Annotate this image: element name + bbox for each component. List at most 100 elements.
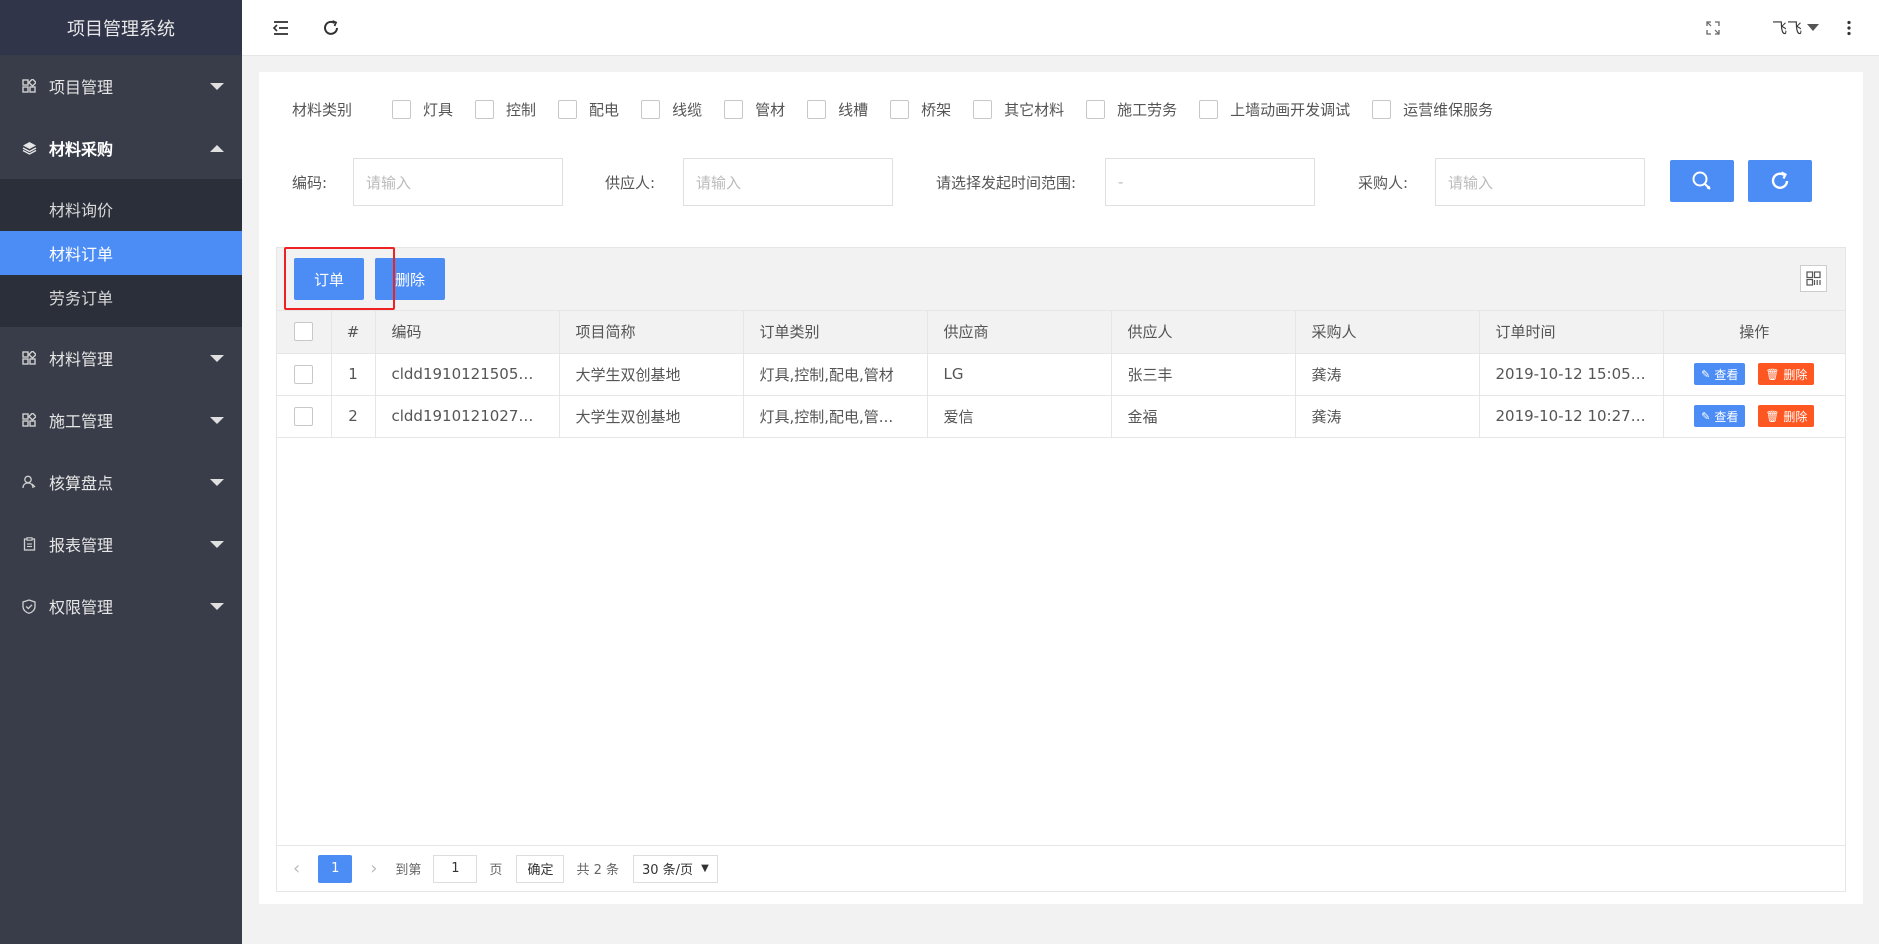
- checkbox[interactable]: [1199, 100, 1219, 119]
- sidebar-item-labor-order[interactable]: 劳务订单: [0, 275, 242, 319]
- row-checkbox[interactable]: [294, 406, 314, 426]
- row-delete-button[interactable]: 🗑 删除: [1758, 405, 1815, 427]
- column-header[interactable]: 编码: [375, 311, 560, 354]
- sidebar-item-label: 报表管理: [49, 536, 114, 555]
- sidebar-item-label: 项目管理: [49, 78, 114, 97]
- category-option[interactable]: 运营维保服务: [1372, 99, 1493, 120]
- category-option[interactable]: 控制: [475, 99, 536, 120]
- sidebar-item-material-order[interactable]: 材料订单: [0, 231, 242, 275]
- sidebar-item-reports[interactable]: 报表管理: [0, 513, 242, 575]
- row-checkbox[interactable]: [294, 364, 314, 384]
- time-range-input[interactable]: -: [1105, 158, 1315, 206]
- checkbox[interactable]: [475, 100, 495, 119]
- supplier-input[interactable]: 请输入: [683, 158, 893, 206]
- column-header: #: [331, 311, 376, 354]
- category-option[interactable]: 上墙动画开发调试: [1199, 99, 1350, 120]
- columns-icon[interactable]: [1800, 265, 1827, 292]
- column-header[interactable]: 订单时间: [1479, 311, 1664, 354]
- shield-icon: [20, 597, 38, 615]
- page-current[interactable]: 1: [318, 854, 353, 883]
- menu-collapse-icon[interactable]: [267, 14, 295, 42]
- sidebar-item-material-inquiry[interactable]: 材料询价: [0, 187, 242, 231]
- checkbox[interactable]: [807, 100, 827, 119]
- buyer-label: 采购人:: [1358, 174, 1409, 192]
- code-input[interactable]: 请输入: [353, 158, 563, 206]
- category-option[interactable]: 灯具: [392, 99, 453, 120]
- row-delete-button[interactable]: 🗑 删除: [1758, 363, 1815, 385]
- category-option[interactable]: 管材: [724, 99, 785, 120]
- column-header[interactable]: 供应商: [927, 311, 1112, 354]
- column-header[interactable]: 供应人: [1111, 311, 1296, 354]
- delete-label: 删除: [1783, 409, 1808, 424]
- vendor-cell: 爱信: [927, 395, 1112, 438]
- grid-icon: [20, 411, 38, 429]
- grid-icon: [20, 349, 38, 367]
- category-cell: 灯具,控制,配电,管材: [743, 353, 928, 396]
- sidebar-item-label: 材料管理: [49, 350, 114, 369]
- option-label: 桥架: [921, 101, 952, 119]
- reset-button[interactable]: [1748, 160, 1812, 202]
- category-filter-label: 材料类别: [292, 101, 353, 119]
- prev-page-icon[interactable]: ‹: [293, 858, 300, 879]
- checkbox[interactable]: [1372, 100, 1392, 119]
- sidebar-item-project[interactable]: 项目管理: [0, 55, 242, 117]
- sidebar-item-construction[interactable]: 施工管理: [0, 389, 242, 451]
- trash-icon: 🗑: [1765, 367, 1780, 381]
- category-option[interactable]: 线缆: [641, 99, 702, 120]
- table-toolbar: 订单 删除: [277, 247, 1845, 311]
- fullscreen-icon[interactable]: [1699, 14, 1727, 42]
- time-cell: 2019-10-12 10:27:10: [1479, 395, 1664, 438]
- top-header: 飞飞: [242, 0, 1879, 56]
- supplier-label: 供应人:: [605, 174, 656, 192]
- option-label: 线缆: [672, 101, 703, 119]
- next-page-icon[interactable]: ›: [370, 858, 377, 879]
- time-range-label: 请选择发起时间范围:: [936, 174, 1077, 192]
- table-header: # 编码 项目简称 订单类别 供应商 供应人 采购人 订单时间 操作: [277, 311, 1845, 354]
- column-header[interactable]: 项目简称: [559, 311, 744, 354]
- checkbox[interactable]: [973, 100, 993, 119]
- checkbox[interactable]: [724, 100, 744, 119]
- refresh-icon[interactable]: [317, 14, 345, 42]
- search-button[interactable]: [1670, 160, 1734, 202]
- buyer-input[interactable]: 请输入: [1435, 158, 1645, 206]
- column-header[interactable]: 订单类别: [743, 311, 928, 354]
- view-button[interactable]: ✎ 查看: [1694, 405, 1746, 427]
- chevron-down-icon: [210, 541, 224, 548]
- checkbox[interactable]: [392, 100, 412, 119]
- page-size-select[interactable]: 30 条/页 ▼: [633, 854, 718, 883]
- sidebar: 项目管理系统 项目管理 材料采购 材料询价 材料订单 劳务订单 材料管理 施工管…: [0, 0, 242, 944]
- category-option[interactable]: 线槽: [807, 99, 868, 120]
- option-label: 施工劳务: [1117, 101, 1178, 119]
- sidebar-item-accounting[interactable]: 核算盘点: [0, 451, 242, 513]
- goto-confirm-button[interactable]: 确定: [516, 854, 565, 883]
- sidebar-item-material-purchase[interactable]: 材料采购: [0, 117, 242, 179]
- more-vertical-icon[interactable]: [1835, 14, 1863, 42]
- sidebar-item-permissions[interactable]: 权限管理: [0, 575, 242, 637]
- category-option[interactable]: 配电: [558, 99, 619, 120]
- layers-icon: [20, 139, 38, 157]
- category-option[interactable]: 桥架: [890, 99, 951, 120]
- column-header: 操作: [1663, 311, 1845, 354]
- checkbox[interactable]: [890, 100, 910, 119]
- checkbox[interactable]: [641, 100, 661, 119]
- option-label: 线槽: [838, 101, 869, 119]
- category-option[interactable]: 其它材料: [973, 99, 1064, 120]
- category-option[interactable]: 施工劳务: [1086, 99, 1177, 120]
- supplier-cell: 张三丰: [1111, 353, 1296, 396]
- supplier-cell: 金福: [1111, 395, 1296, 438]
- goto-label: 到第: [395, 863, 422, 878]
- column-header[interactable]: 采购人: [1295, 311, 1480, 354]
- grid-icon: [20, 77, 38, 95]
- user-menu[interactable]: 飞飞: [1772, 17, 1819, 38]
- goto-page-input[interactable]: 1: [433, 854, 478, 883]
- checkbox[interactable]: [1086, 100, 1106, 119]
- search-row: 编码: 请输入 供应人: 请输入 请选择发起时间范围: - 采购人: 请输入: [292, 158, 1842, 206]
- checkbox[interactable]: [558, 100, 578, 119]
- view-button[interactable]: ✎ 查看: [1694, 363, 1746, 385]
- category-cell: 灯具,控制,配电,管...: [743, 395, 928, 438]
- delete-label: 删除: [1783, 367, 1808, 382]
- category-filter: 材料类别 灯具 控制 配电 线缆 管材 线槽 桥架 其它材料 施工劳务 上墙动画…: [292, 99, 1515, 120]
- sidebar-item-material-management[interactable]: 材料管理: [0, 327, 242, 389]
- select-all-checkbox[interactable]: [294, 322, 314, 342]
- option-label: 其它材料: [1004, 101, 1065, 119]
